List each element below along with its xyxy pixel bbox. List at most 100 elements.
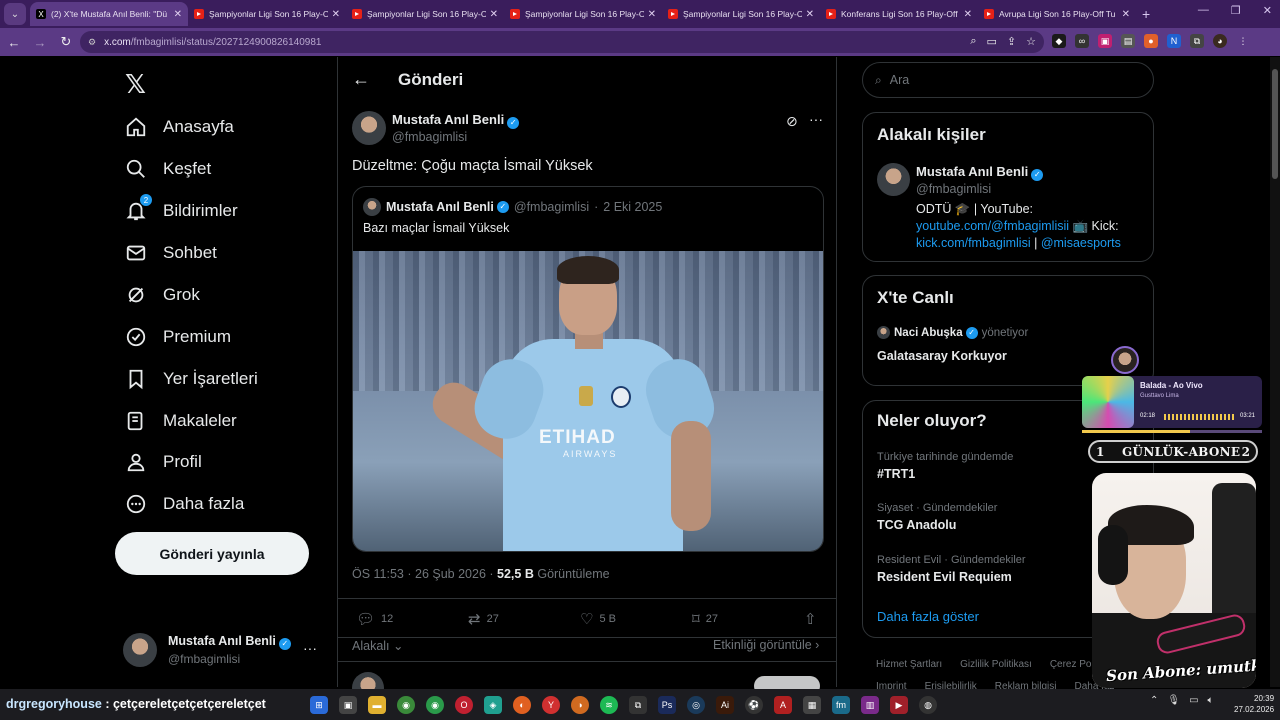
new-tab-icon[interactable]: + xyxy=(1142,6,1150,22)
live-space-title[interactable]: Galatasaray Korkuyor xyxy=(877,349,1007,363)
trend-item[interactable]: Resident Evil · Gündemdekiler Resident E… xyxy=(877,554,1026,584)
quoted-photo[interactable]: ETIHAD AIRWAYS xyxy=(353,251,823,551)
tab-youtube-1[interactable]: Şampiyonlar Ligi Son 16 Play-O ✕ xyxy=(188,2,346,26)
chrome-icon[interactable]: ◉ xyxy=(426,696,444,714)
avatar[interactable] xyxy=(352,111,386,145)
app-icon[interactable]: ◑ xyxy=(571,696,589,714)
tab-search-button[interactable]: ⌄ xyxy=(4,3,26,25)
page-scrollbar[interactable] xyxy=(1270,57,1280,687)
illustrator-icon[interactable]: Ai xyxy=(716,696,734,714)
app-icon[interactable]: ▣ xyxy=(339,696,357,714)
spotify-icon[interactable]: ≋ xyxy=(600,696,618,714)
avatar[interactable] xyxy=(877,163,910,196)
maximize-icon[interactable]: ❐ xyxy=(1231,4,1241,17)
app-icon[interactable]: ▶ xyxy=(890,696,908,714)
mention-link[interactable]: @misaesports xyxy=(1041,236,1121,250)
show-more-link[interactable]: Daha fazla göster xyxy=(877,609,979,624)
extension-icon[interactable]: ▣ xyxy=(1098,34,1112,48)
nav-notifications[interactable]: 2 Bildirimler xyxy=(123,191,238,231)
share-icon[interactable]: ⇪ xyxy=(1007,35,1016,48)
back-arrow-icon[interactable]: ← xyxy=(352,69,370,90)
nav-profile[interactable]: Profil xyxy=(123,442,202,482)
kick-link[interactable]: kick.com/fmbagimlisi xyxy=(916,236,1031,250)
system-clock[interactable]: 20:39 27.02.2026 xyxy=(1234,693,1274,715)
extension-icon[interactable]: ◆ xyxy=(1052,34,1066,48)
more-options-icon[interactable]: ··· xyxy=(809,111,823,127)
start-icon[interactable]: ⊞ xyxy=(310,696,328,714)
extension-icon[interactable]: ∞ xyxy=(1075,34,1089,48)
zoom-icon[interactable]: ⌕ xyxy=(970,35,976,48)
account-switcher[interactable]: Mustafa Anıl Benli ✓ @fmbagimlisi ··· xyxy=(123,630,323,670)
bookmark-star-icon[interactable]: ☆ xyxy=(1026,35,1036,48)
address-bar[interactable]: ⚙ x.com/fmbagimlisi/status/2027124900826… xyxy=(80,31,1044,53)
profile-avatar-icon[interactable]: ◕ xyxy=(1213,34,1227,48)
close-window-icon[interactable]: ✕ xyxy=(1263,4,1272,17)
footer-link[interactable]: Gizlilik Politikası xyxy=(960,659,1032,670)
display-icon[interactable]: ▭ xyxy=(1189,695,1198,706)
chrome-icon[interactable]: ◉ xyxy=(397,696,415,714)
extensions-puzzle-icon[interactable]: ⧉ xyxy=(1190,34,1204,48)
view-activity-link[interactable]: Etkinliği görüntüle › xyxy=(713,638,819,652)
tab-youtube-6[interactable]: Avrupa Ligi Son 16 Play-Off Tu ✕ xyxy=(978,2,1136,26)
grok-icon[interactable]: ⊘ xyxy=(786,113,798,130)
trend-item[interactable]: Türkiye tarihinde gündemde #TRT1 xyxy=(877,451,1013,481)
app-icon[interactable]: ⧉ xyxy=(629,696,647,714)
author-handle[interactable]: @fmbagimlisi xyxy=(392,130,467,144)
more-options-icon[interactable]: ··· xyxy=(303,640,317,656)
close-tab-icon[interactable]: ✕ xyxy=(964,9,972,20)
close-tab-icon[interactable]: ✕ xyxy=(490,9,498,20)
app-icon[interactable]: ◈ xyxy=(484,696,502,714)
reload-icon[interactable]: ↻ xyxy=(54,34,78,50)
related-dropdown[interactable]: Alakalı ⌄ xyxy=(352,638,404,653)
volume-icon[interactable]: 🔈︎ xyxy=(1208,695,1214,706)
app-icon[interactable]: ▦ xyxy=(803,696,821,714)
back-icon[interactable]: ← xyxy=(2,35,26,50)
author-name-row[interactable]: Mustafa Anıl Benli ✓ xyxy=(392,112,520,129)
photoshop-icon[interactable]: Ps xyxy=(658,696,676,714)
search-input[interactable]: ⌕ Ara xyxy=(862,62,1154,98)
minimize-icon[interactable]: — xyxy=(1198,4,1209,17)
quoted-post[interactable]: Mustafa Anıl Benli ✓ @fmbagimlisi · 2 Ek… xyxy=(352,186,824,552)
opera-icon[interactable]: O xyxy=(455,696,473,714)
forward-icon[interactable]: → xyxy=(28,35,52,50)
app-icon[interactable]: fm xyxy=(832,696,850,714)
browser-menu-icon[interactable]: ⋮ xyxy=(1236,34,1250,48)
steam-icon[interactable]: ◎ xyxy=(687,696,705,714)
yandex-icon[interactable]: Y xyxy=(542,696,560,714)
extension-icon[interactable]: ● xyxy=(1144,34,1158,48)
close-tab-icon[interactable]: ✕ xyxy=(1122,9,1130,20)
tab-x-post[interactable]: X (2) X'te Mustafa Anıl Benli: "Dü ✕ xyxy=(30,2,188,26)
nav-more[interactable]: Daha fazla xyxy=(123,484,244,524)
nav-chat[interactable]: Sohbet xyxy=(123,233,217,273)
tab-youtube-3[interactable]: Şampiyonlar Ligi Son 16 Play-O ✕ xyxy=(504,2,662,26)
trend-item[interactable]: Siyaset · Gündemdekiler TCG Anadolu xyxy=(877,502,997,532)
close-tab-icon[interactable]: ✕ xyxy=(174,9,182,20)
extension-icon[interactable]: N xyxy=(1167,34,1181,48)
reply-button[interactable]: 💬︎ 12 xyxy=(356,610,393,628)
close-tab-icon[interactable]: ✕ xyxy=(648,9,656,20)
obs-icon[interactable]: ◍ xyxy=(919,696,937,714)
person-name-row[interactable]: Mustafa Anıl Benli ✓ xyxy=(916,164,1044,181)
nav-premium[interactable]: Premium xyxy=(123,317,231,357)
nav-grok[interactable]: Grok xyxy=(123,275,200,315)
tray-chevron-icon[interactable]: ⌃ xyxy=(1150,695,1158,706)
app-icon[interactable]: ▥ xyxy=(861,696,879,714)
microphone-icon[interactable]: 🎙︎ xyxy=(1167,695,1180,706)
x-logo-icon[interactable]: 𝕏 xyxy=(125,69,146,100)
footer-link[interactable]: Hizmet Şartları xyxy=(876,659,942,670)
post-button[interactable]: Gönderi yayınla xyxy=(115,532,309,575)
extension-icon[interactable]: ▤ xyxy=(1121,34,1135,48)
repost-button[interactable]: ⇄ 27 xyxy=(468,610,499,628)
app-icon[interactable]: ⚽ xyxy=(745,696,763,714)
tab-youtube-4[interactable]: Şampiyonlar Ligi Son 16 Play-O ✕ xyxy=(662,2,820,26)
nav-articles[interactable]: Makaleler xyxy=(123,401,237,441)
firefox-icon[interactable]: ◐ xyxy=(513,696,531,714)
close-tab-icon[interactable]: ✕ xyxy=(806,9,814,20)
nav-explore[interactable]: Keşfet xyxy=(123,149,211,189)
like-button[interactable]: ♡ 5 B xyxy=(580,610,616,628)
nav-bookmarks[interactable]: Yer İşaretleri xyxy=(123,359,258,399)
tab-youtube-5[interactable]: Konferans Ligi Son 16 Play-Off ✕ xyxy=(820,2,978,26)
file-explorer-icon[interactable]: ▬ xyxy=(368,696,386,714)
site-info-icon[interactable]: ⚙ xyxy=(88,37,96,48)
share-button[interactable]: ⇧ xyxy=(804,610,817,628)
